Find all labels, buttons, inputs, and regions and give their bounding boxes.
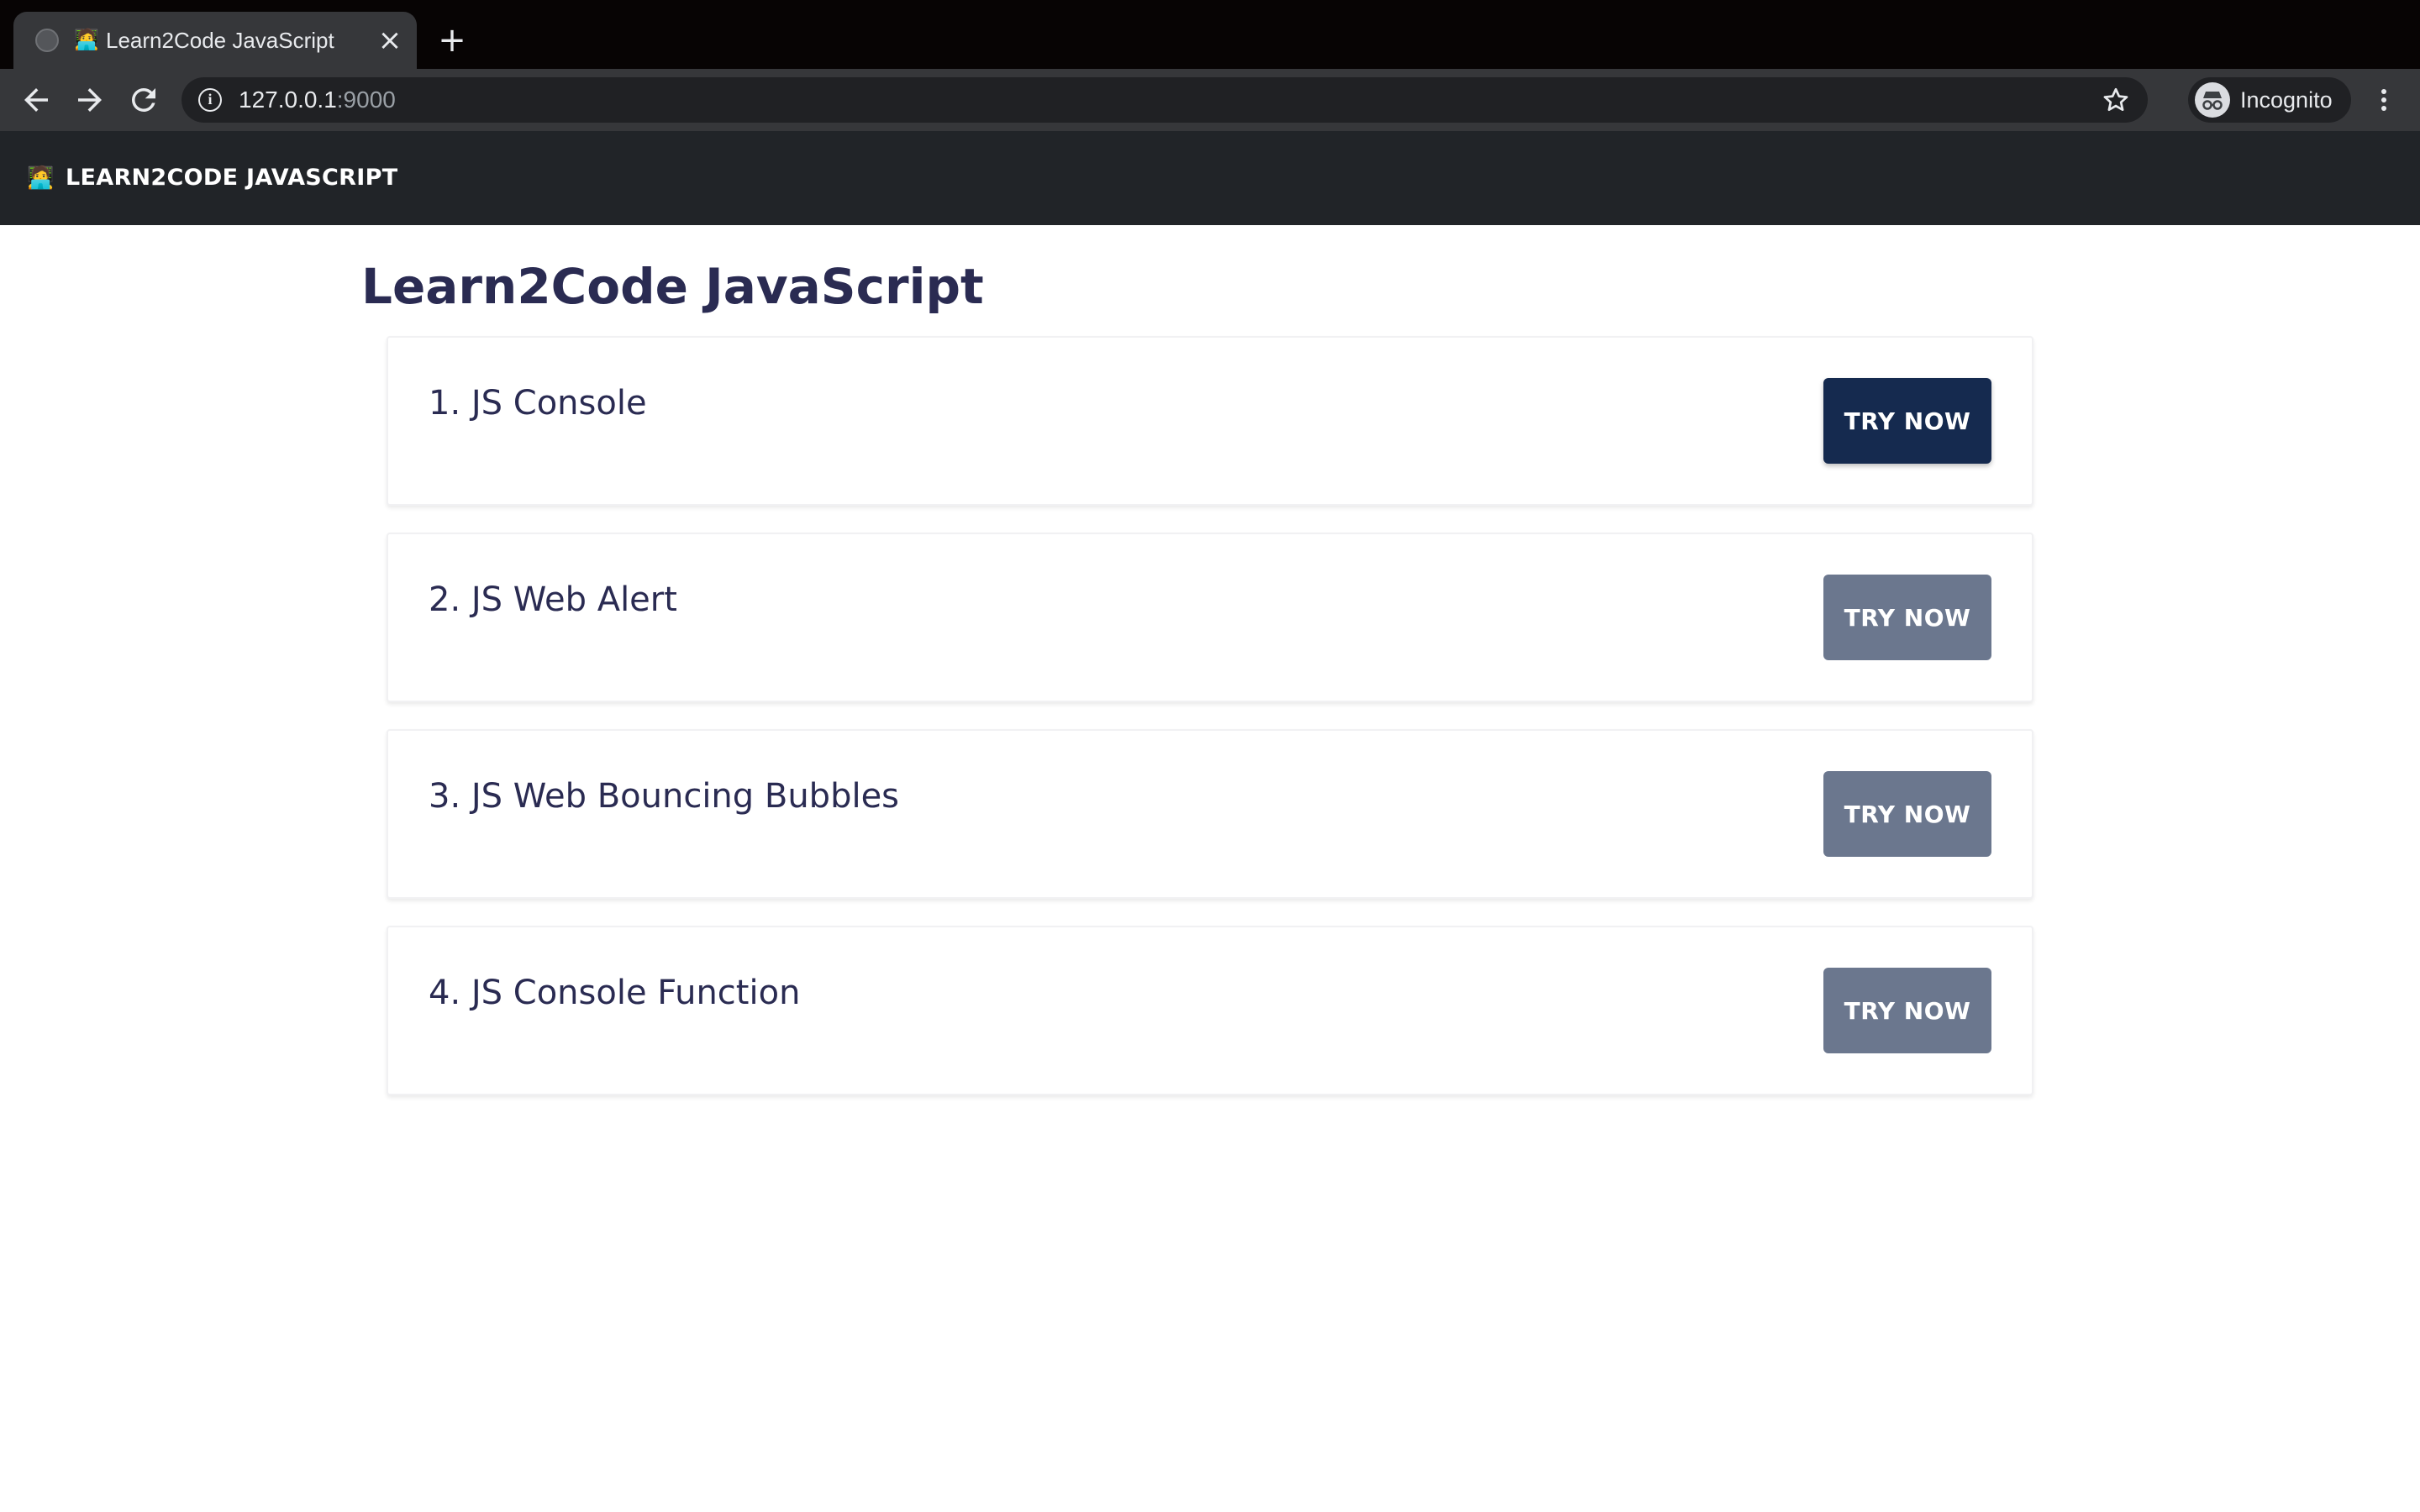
brand-link[interactable]: LEARN2CODE JAVASCRIPT <box>66 163 397 193</box>
address-bar[interactable]: i 127.0.0.1:9000 <box>182 77 2148 123</box>
lesson-card: 1. JS Console TRY NOW <box>387 336 2033 506</box>
forward-icon[interactable] <box>72 82 108 118</box>
try-now-button[interactable]: TRY NOW <box>1823 575 1991 660</box>
try-now-button[interactable]: TRY NOW <box>1823 771 1991 857</box>
more-menu-icon[interactable] <box>2371 82 2396 118</box>
try-now-button[interactable]: TRY NOW <box>1823 968 1991 1053</box>
lesson-card: 2. JS Web Alert TRY NOW <box>387 533 2033 702</box>
reload-icon[interactable] <box>126 82 161 118</box>
brand-logo-icon: 🧑‍💻 <box>27 165 55 191</box>
incognito-label: Incognito <box>2240 87 2333 113</box>
browser-toolbar: i 127.0.0.1:9000 Incognito <box>0 69 2420 131</box>
lesson-card: 3. JS Web Bouncing Bubbles TRY NOW <box>387 729 2033 899</box>
incognito-icon <box>2195 82 2230 118</box>
site-navbar: 🧑‍💻 LEARN2CODE JAVASCRIPT <box>0 131 2420 225</box>
globe-icon <box>35 29 59 52</box>
lesson-title: 1. JS Console <box>429 384 647 423</box>
browser-tabstrip: 🧑‍💻 Learn2Code JavaScript × + <box>0 0 2420 69</box>
new-tab-button[interactable]: + <box>435 24 469 57</box>
incognito-profile-button[interactable]: Incognito <box>2188 77 2351 123</box>
info-icon[interactable]: i <box>198 88 222 112</box>
back-icon[interactable] <box>18 82 54 118</box>
try-now-button[interactable]: TRY NOW <box>1823 378 1991 464</box>
close-icon[interactable]: × <box>375 25 405 55</box>
tab-title: Learn2Code JavaScript <box>106 28 334 53</box>
star-icon[interactable] <box>2101 85 2131 115</box>
lesson-title: 4. JS Console Function <box>429 974 801 1012</box>
tab-favicon-icon: 🧑‍💻 <box>74 28 99 51</box>
browser-tab[interactable]: 🧑‍💻 Learn2Code JavaScript × <box>13 12 417 69</box>
url-text: 127.0.0.1:9000 <box>239 87 396 113</box>
lesson-card: 4. JS Console Function TRY NOW <box>387 926 2033 1095</box>
lesson-title: 3. JS Web Bouncing Bubbles <box>429 777 900 816</box>
lesson-title: 2. JS Web Alert <box>429 580 677 619</box>
page-title: Learn2Code JavaScript <box>361 258 984 315</box>
